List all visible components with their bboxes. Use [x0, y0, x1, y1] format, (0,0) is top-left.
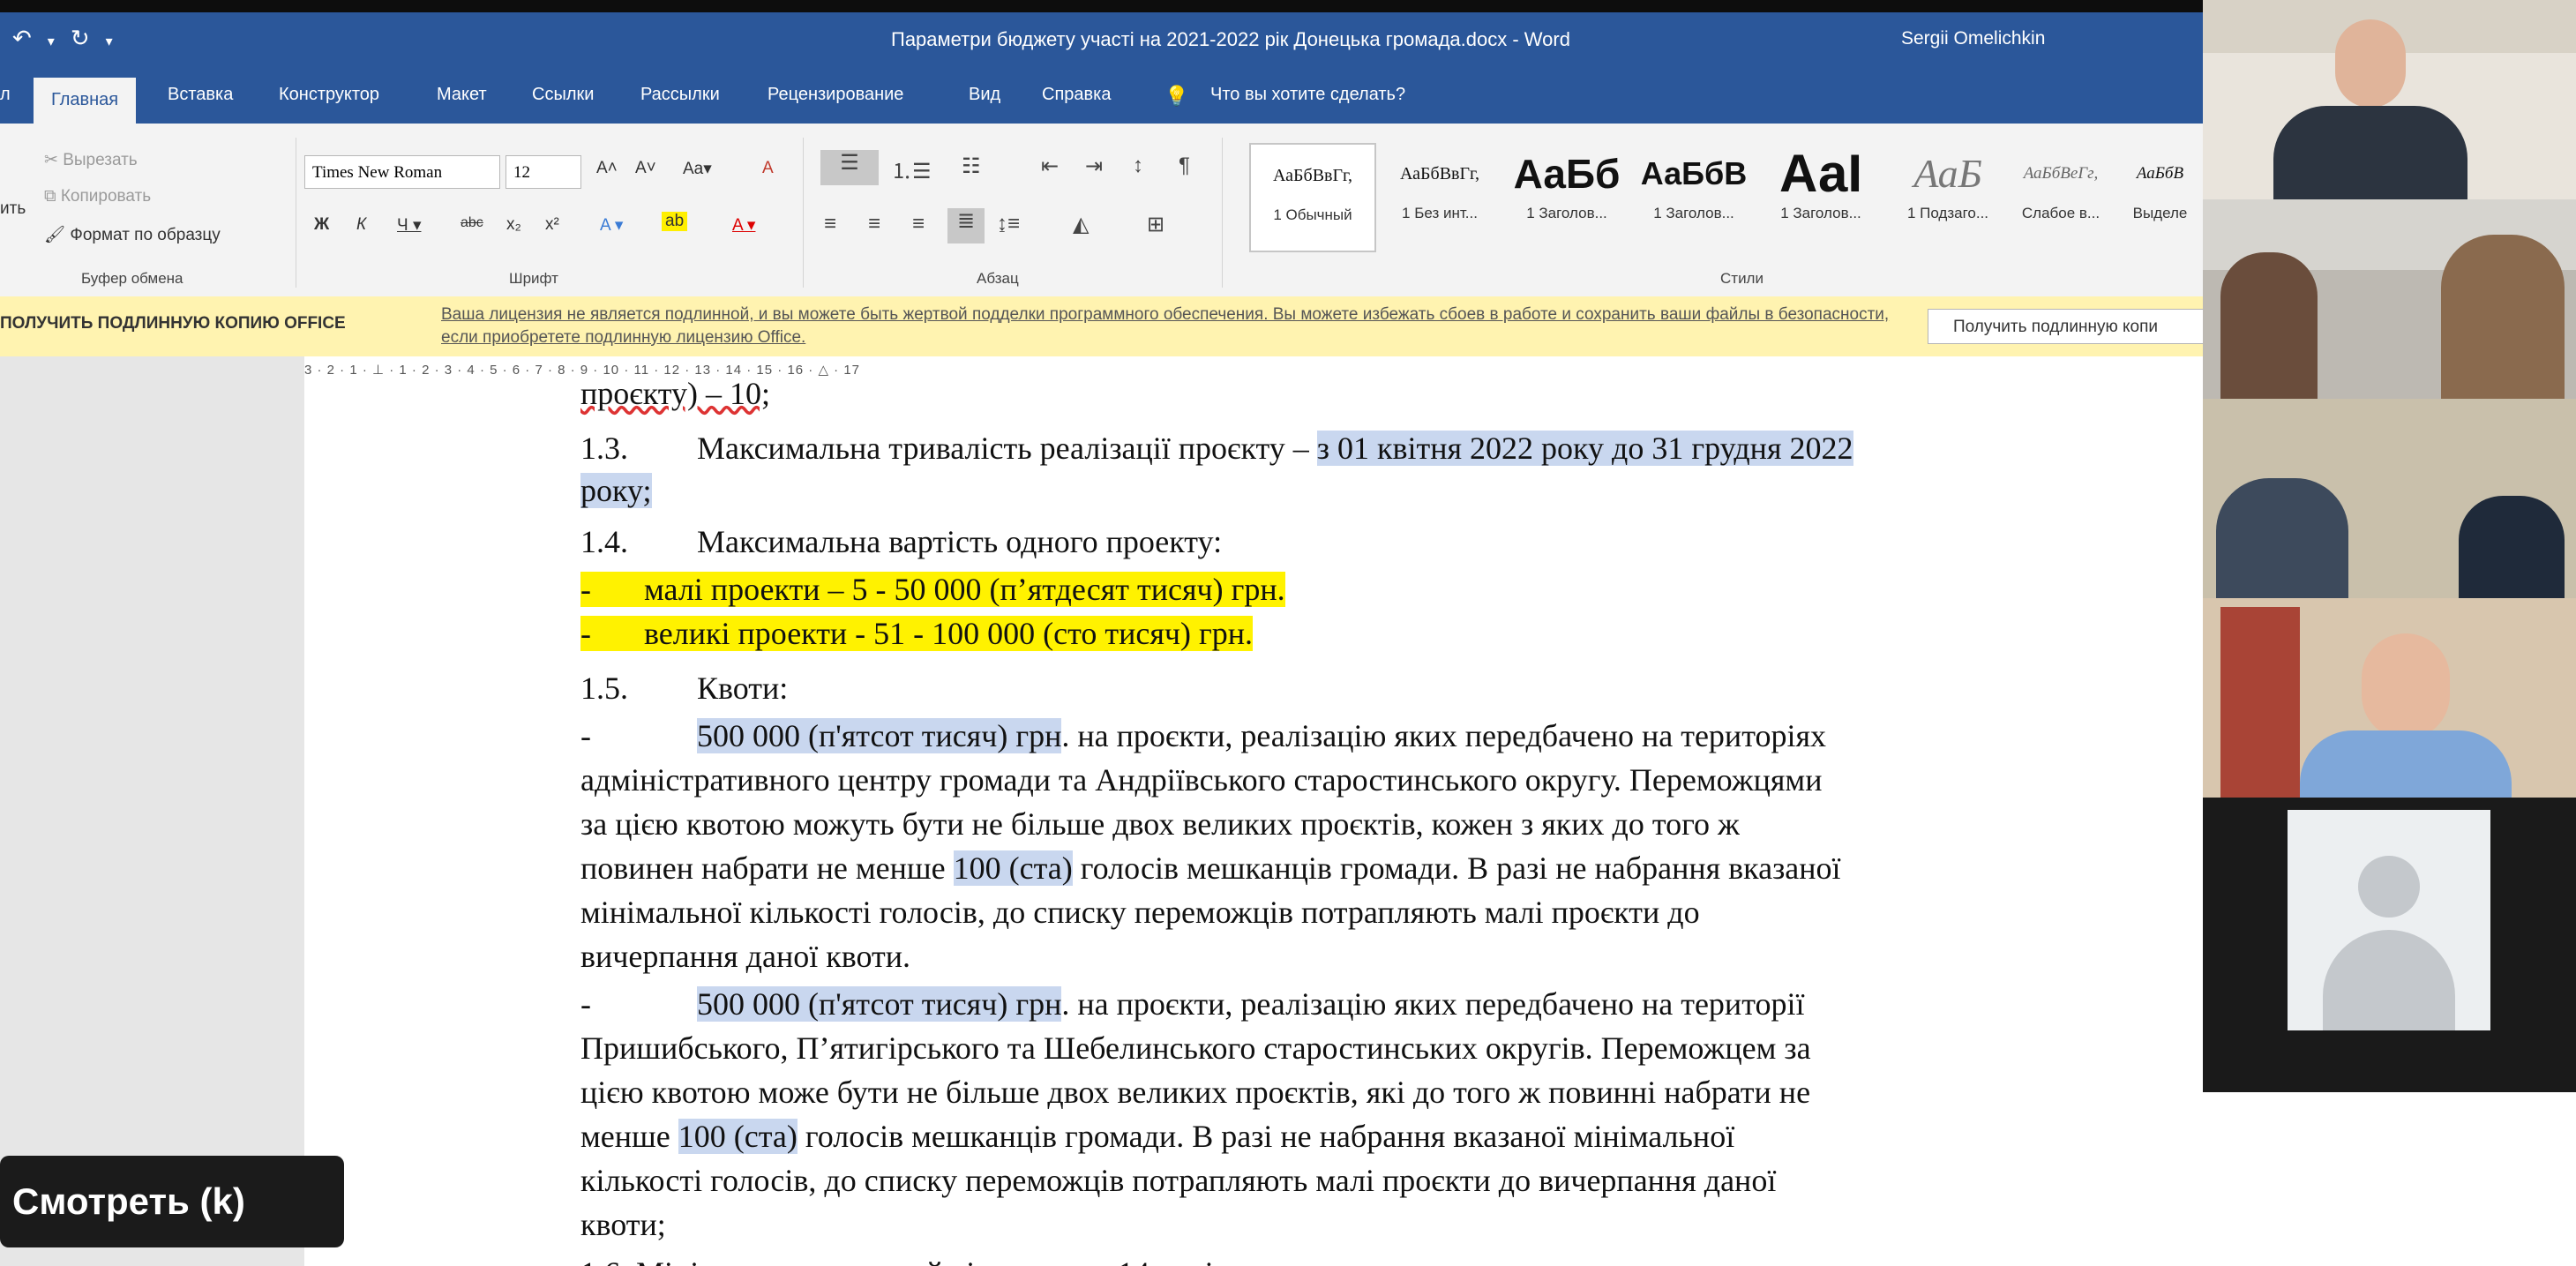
doc-line: кількості голосів, до списку переможців … [580, 1163, 1777, 1198]
avatar-head-icon [2358, 856, 2420, 918]
doc-line: мінімальної кількості голосів, до списку… [580, 895, 1700, 930]
doc-line: року; [580, 473, 652, 508]
participant-person [2459, 496, 2565, 598]
doc-line: за цією квотою можуть бути не більше дво… [580, 806, 1740, 842]
doc-line: вичерпання даної квоти. [580, 939, 911, 974]
poster-decoration [2220, 607, 2300, 798]
doc-line: - [580, 986, 591, 1022]
avatar-body-icon [2323, 930, 2455, 1030]
doc-line: квоти; [580, 1207, 666, 1242]
doc-line: 500 000 (п'ятсот тисяч) грн. на проєкти,… [697, 718, 1827, 753]
doc-line: - [580, 718, 591, 753]
doc-line: проєкту) – 10; [580, 376, 770, 411]
doc-line: 1.6. Мінімально можливий вік автора – 14… [580, 1252, 1238, 1266]
participant-body [2273, 106, 2467, 199]
top-strip [0, 0, 2576, 12]
participant-person [2441, 235, 2565, 399]
doc-line: - малі проекти – 5 - 50 000 (п’ятдесят ти… [580, 572, 1285, 607]
doc-line: повинен набрати не менше 100 (ста) голос… [580, 850, 1841, 886]
video-tile-4[interactable] [2203, 598, 2576, 798]
doc-line: Максимальна вартість одного проекту: [697, 524, 1223, 559]
panel-empty [2203, 1092, 2576, 1266]
participant-head [2362, 633, 2450, 739]
doc-line: Квоти: [697, 670, 789, 706]
video-tile-2[interactable] [2203, 199, 2576, 399]
doc-line: менше 100 (ста) голосів мешканців громад… [580, 1119, 1735, 1154]
section-number: 1.4. [580, 524, 628, 559]
doc-line: Максимальна тривалість реалізації проєкт… [697, 431, 1853, 466]
video-tile-5[interactable] [2203, 798, 2576, 1092]
doc-line: - великі проекти - 51 - 100 000 (сто тися… [580, 616, 1254, 651]
doc-line: 500 000 (п'ятсот тисяч) грн. на проєкти,… [697, 986, 1805, 1022]
doc-line: цією квотою може бути не більше двох вел… [580, 1075, 1811, 1110]
document-body[interactable]: проєкту) – 10; 1.3. Максимальна триваліс… [0, 12, 2203, 1266]
doc-line: адміністративного центру громади та Андр… [580, 762, 1823, 798]
participant-person [2220, 252, 2318, 399]
word-window: ↶ ▾ ↻ ▾ Параметри бюджету участі на 2021-20… [0, 12, 2203, 1266]
video-tile-1[interactable] [2203, 0, 2576, 199]
doc-line: Пришибського, П’ятигірського та Шебелинс… [580, 1030, 1811, 1066]
watch-button[interactable]: Смотреть (k) [0, 1156, 344, 1247]
screen: ↶ ▾ ↻ ▾ Параметри бюджету участі на 2021-20… [0, 0, 2576, 1266]
section-number: 1.3. [580, 431, 628, 466]
video-tile-3[interactable] [2203, 399, 2576, 598]
participant-head [2335, 19, 2406, 108]
participant-person [2216, 478, 2348, 598]
section-number: 1.5. [580, 670, 628, 706]
participant-body [2300, 730, 2512, 798]
avatar-placeholder [2288, 810, 2490, 1030]
